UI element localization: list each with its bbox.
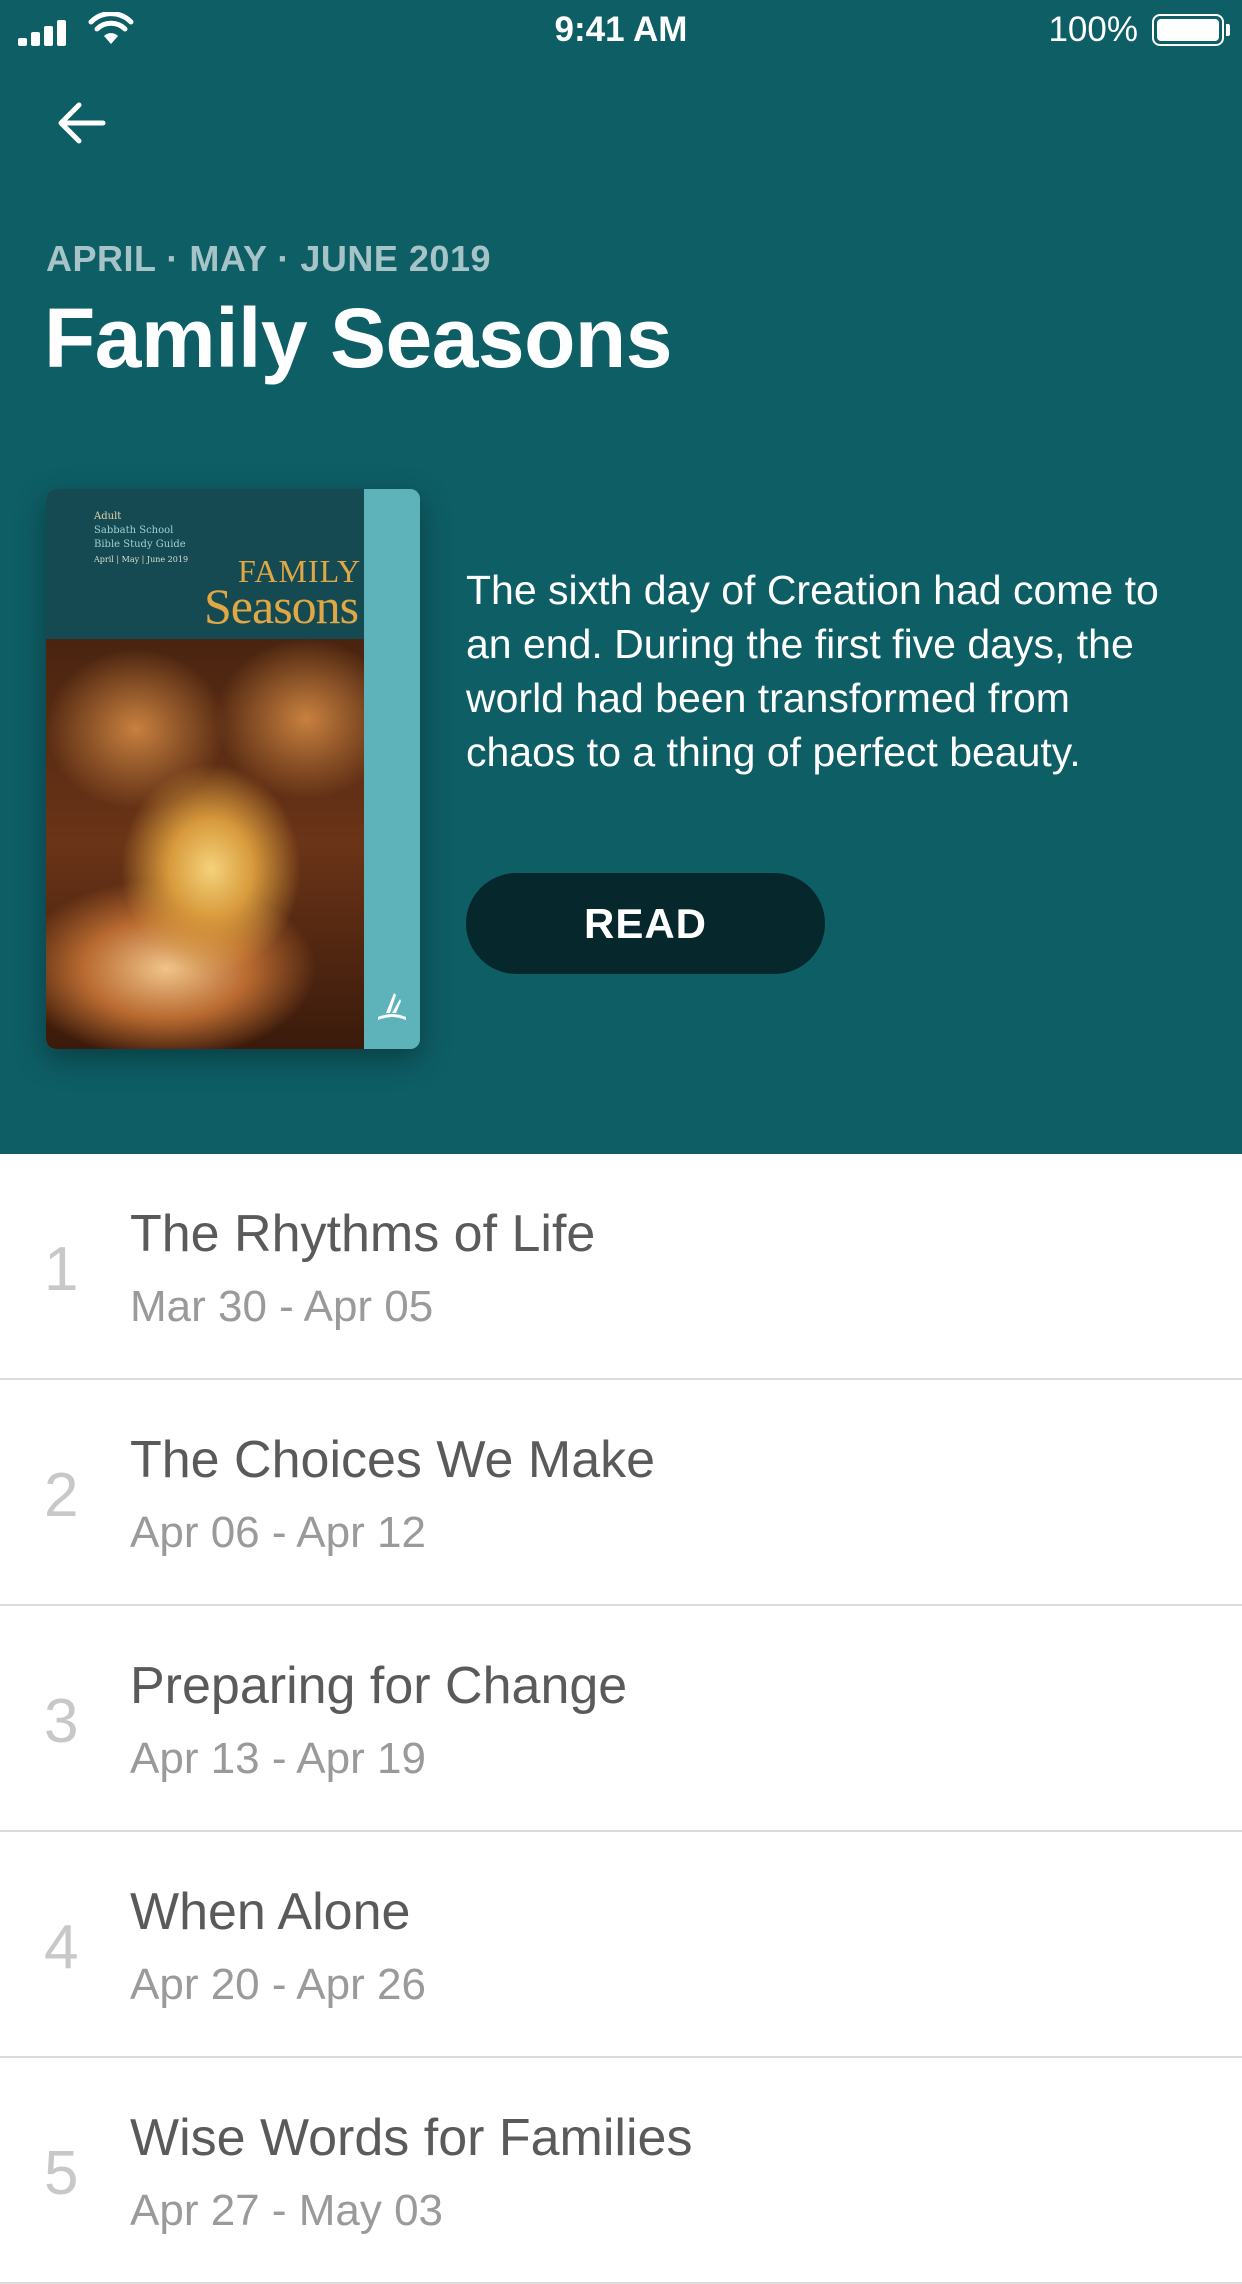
cover-line-4: April | May | June 2019 xyxy=(94,555,189,564)
status-bar: 9:41 AM 100% xyxy=(0,0,1242,62)
lesson-dates: Mar 30 - Apr 05 xyxy=(130,1282,434,1331)
quarterly-cover-image[interactable]: Adult Sabbath School Bible Study Guide A… xyxy=(46,489,420,1049)
lesson-dates: Apr 13 - Apr 19 xyxy=(130,1734,426,1783)
lesson-number: 3 xyxy=(44,1687,79,1756)
cover-art: Adult Sabbath School Bible Study Guide A… xyxy=(46,489,364,1049)
church-logo-icon xyxy=(378,993,406,1020)
cover-photo xyxy=(46,639,364,1049)
lesson-dates: Apr 20 - Apr 26 xyxy=(130,1960,426,2009)
back-button[interactable] xyxy=(46,92,116,154)
lesson-number: 4 xyxy=(44,1913,79,1982)
lesson-row[interactable]: 3 Preparing for Change Apr 13 - Apr 19 xyxy=(0,1606,1242,1832)
cover-line-3: Bible Study Guide xyxy=(94,539,186,550)
lesson-title: The Rhythms of Life xyxy=(130,1205,596,1263)
lesson-dates: Apr 27 - May 03 xyxy=(130,2186,444,2235)
lesson-title: Preparing for Change xyxy=(130,1657,628,1715)
quarter-label: APRIL · MAY · JUNE 2019 xyxy=(46,238,491,279)
cover-title-seasons: Seasons xyxy=(204,578,359,634)
read-button[interactable]: READ xyxy=(466,873,825,974)
quarterly-description: The sixth day of Creation had come to an… xyxy=(466,567,1159,775)
header: 9:41 AM 100% APRIL · MAY · JUNE 2019 Fam… xyxy=(0,0,1242,1154)
battery-icon xyxy=(1152,14,1230,46)
lesson-title: Wise Words for Families xyxy=(130,2109,693,2167)
cover-line-2: Sabbath School xyxy=(94,525,174,536)
page-title: Family Seasons xyxy=(44,291,672,385)
lesson-number: 1 xyxy=(44,1235,79,1304)
lesson-row[interactable]: 1 The Rhythms of Life Mar 30 - Apr 05 xyxy=(0,1154,1242,1380)
lesson-dates: Apr 06 - Apr 12 xyxy=(130,1508,426,1557)
lesson-number: 2 xyxy=(44,1461,79,1530)
lesson-row[interactable]: 2 The Choices We Make Apr 06 - Apr 12 xyxy=(0,1380,1242,1606)
lesson-title: When Alone xyxy=(130,1883,411,1941)
battery-percent: 100% xyxy=(1048,10,1138,49)
cover-spine xyxy=(364,489,420,1049)
lesson-title: The Choices We Make xyxy=(130,1431,656,1489)
lesson-list: 1 The Rhythms of Life Mar 30 - Apr 05 2 … xyxy=(0,1154,1242,2284)
cover-line-1: Adult xyxy=(94,511,122,522)
lesson-number: 5 xyxy=(44,2139,79,2208)
lesson-row[interactable]: 4 When Alone Apr 20 - Apr 26 xyxy=(0,1832,1242,2058)
lesson-row[interactable]: 5 Wise Words for Families Apr 27 - May 0… xyxy=(0,2058,1242,2284)
arrow-left-icon xyxy=(58,102,106,144)
